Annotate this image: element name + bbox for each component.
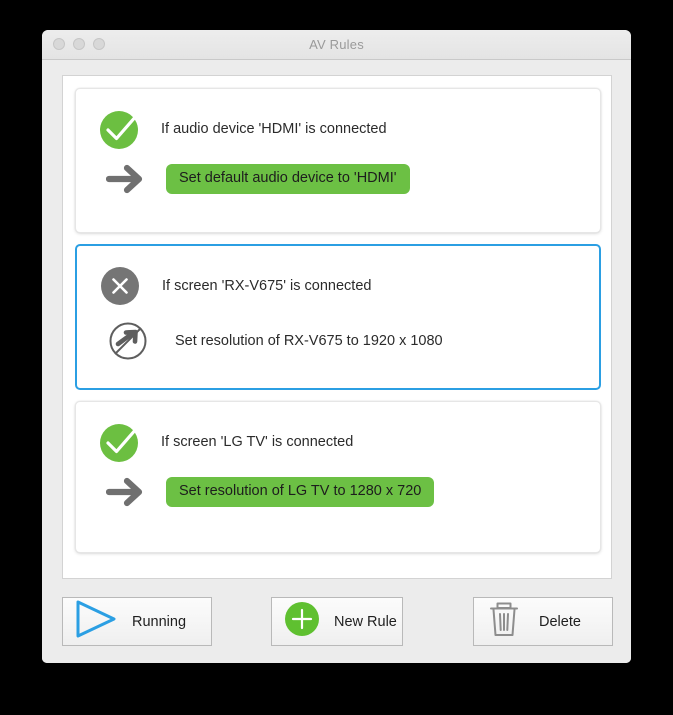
rules-list-panel: If audio device 'HDMI' is connected Set … [62, 75, 612, 579]
rule-card[interactable]: If audio device 'HDMI' is connected Set … [75, 88, 601, 233]
window-body: If audio device 'HDMI' is connected Set … [42, 60, 631, 663]
window-title: AV Rules [309, 37, 364, 52]
app-window: AV Rules If audio device 'HDMI' is conne… [42, 30, 631, 663]
rule-action-row: Set resolution of LG TV to 1280 x 720 [105, 476, 435, 508]
title-bar[interactable]: AV Rules [42, 30, 631, 60]
rule-action-row: Set resolution of RX-V675 to 1920 x 1080 [107, 320, 443, 362]
rule-condition-text: If audio device 'HDMI' is connected [161, 121, 387, 137]
delete-label: Delete [539, 613, 581, 630]
running-toggle-button[interactable]: Running [62, 597, 212, 646]
rule-action-button[interactable]: Set resolution of LG TV to 1280 x 720 [166, 477, 435, 507]
x-circle-icon[interactable] [99, 264, 143, 308]
check-circle-icon[interactable] [98, 420, 142, 464]
rule-condition-row: If audio device 'HDMI' is connected [98, 107, 387, 151]
rule-condition-row: If screen 'LG TV' is connected [98, 420, 353, 464]
new-rule-button[interactable]: New Rule [271, 597, 403, 646]
arrow-right-icon [105, 476, 150, 508]
trash-icon [485, 599, 523, 644]
running-label: Running [132, 613, 187, 630]
rule-condition-text: If screen 'RX-V675' is connected [162, 278, 372, 294]
rule-condition-row: If screen 'RX-V675' is connected [99, 264, 371, 308]
plus-circle-icon [283, 600, 321, 643]
play-triangle-icon [74, 599, 118, 644]
arrow-disabled-icon [107, 320, 149, 362]
arrow-right-icon [105, 163, 150, 195]
delete-button[interactable]: Delete [473, 597, 613, 646]
rule-action-row: Set default audio device to 'HDMI' [105, 163, 410, 195]
rule-action-text[interactable]: Set resolution of RX-V675 to 1920 x 1080 [175, 333, 443, 349]
rule-condition-text: If screen 'LG TV' is connected [161, 434, 354, 450]
check-circle-icon[interactable] [98, 107, 142, 151]
new-rule-label: New Rule [334, 613, 397, 630]
rule-card[interactable]: If screen 'RX-V675' is connected Set res… [75, 244, 601, 390]
rule-action-button[interactable]: Set default audio device to 'HDMI' [166, 164, 410, 194]
rule-card[interactable]: If screen 'LG TV' is connected Set resol… [75, 401, 601, 553]
